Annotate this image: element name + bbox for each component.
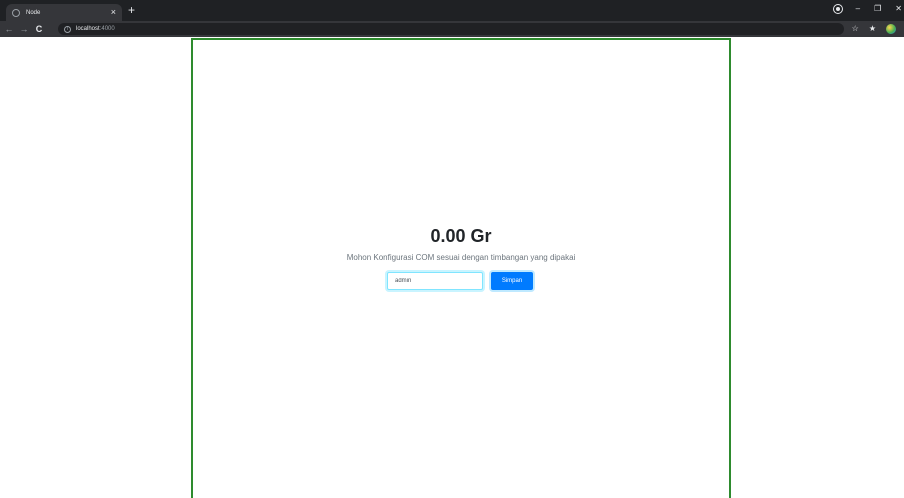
url-host: localhost [76,26,100,32]
url-port: :4000 [99,26,115,32]
browser-tab[interactable]: Node × [6,4,122,21]
new-tab-button[interactable]: + [128,3,135,17]
bookmark-star-icon[interactable]: ☆ [852,23,859,35]
close-tab-icon[interactable]: × [111,8,116,17]
com-config-form: Simpan [387,272,533,290]
tab-title: Node [26,9,41,16]
address-bar[interactable]: i localhost :4000 [58,23,844,35]
minimize-icon[interactable]: – [856,3,860,15]
com-port-input[interactable] [387,272,483,290]
page-viewport: 0.00 Gr Mohon Konfigurasi COM sesuai den… [0,37,904,498]
window-controls: – ❐ ✕ [833,3,904,15]
reload-icon[interactable]: C [33,24,45,34]
restore-icon[interactable]: ❐ [874,3,881,15]
extensions-icon[interactable]: ★ [869,23,876,35]
browser-toolbar: ← → C i localhost :4000 ☆ ★ [0,21,904,37]
weight-display: 0.00 Gr [430,226,492,246]
close-window-icon[interactable]: ✕ [895,3,902,15]
toolbar-actions: ☆ ★ [852,23,896,35]
back-icon[interactable]: ← [3,24,15,34]
forward-icon[interactable]: → [18,24,30,34]
config-message: Mohon Konfigurasi COM sesuai dengan timb… [346,253,576,262]
globe-icon [12,8,20,17]
account-avatar[interactable] [886,24,896,34]
main-panel: 0.00 Gr Mohon Konfigurasi COM sesuai den… [191,38,731,498]
profile-icon[interactable] [833,5,842,13]
info-icon[interactable]: i [64,25,71,33]
save-button[interactable]: Simpan [491,272,533,290]
browser-tabstrip: Node × + – ❐ ✕ [0,0,904,21]
